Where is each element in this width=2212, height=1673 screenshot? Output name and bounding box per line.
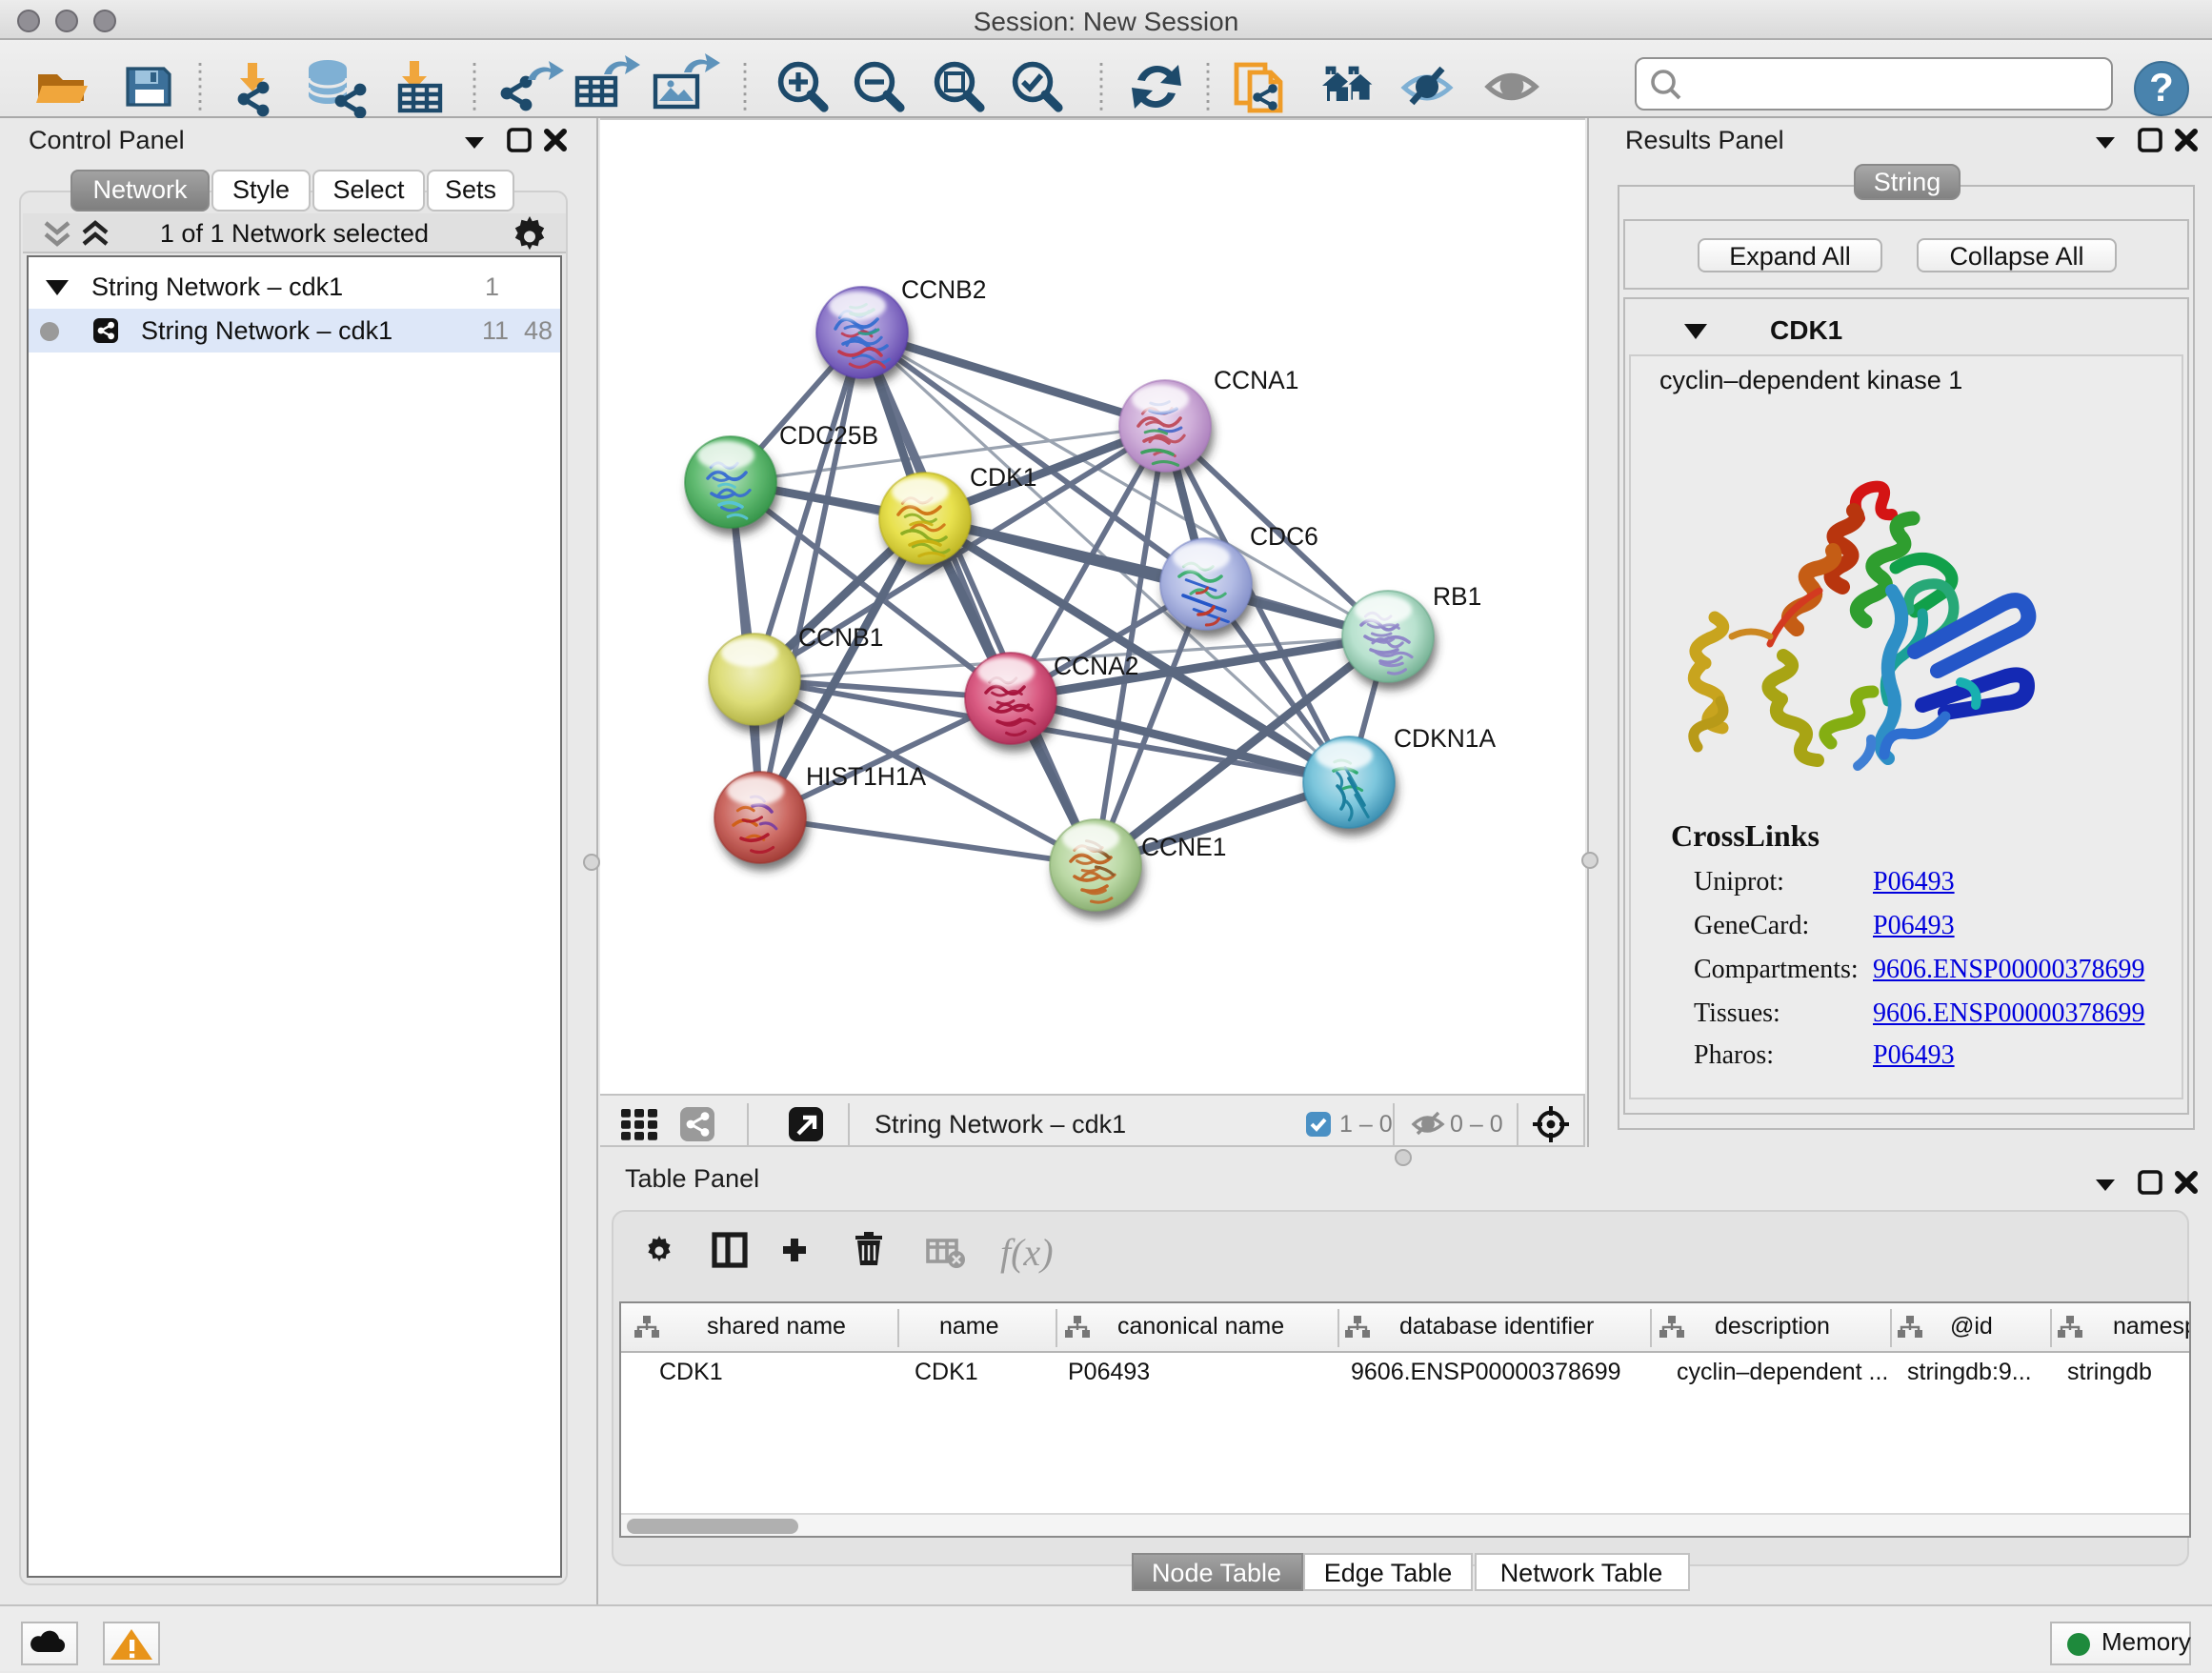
svg-text:CDC6: CDC6	[1250, 522, 1318, 551]
svg-text:CCNA1: CCNA1	[1214, 366, 1298, 394]
svg-text:f(x): f(x)	[1000, 1231, 1054, 1274]
svg-text:CCNA2: CCNA2	[1054, 652, 1138, 680]
svg-text:HIST1H1A: HIST1H1A	[806, 762, 927, 791]
svg-text:0 – 0: 0 – 0	[1450, 1111, 1503, 1138]
svg-text:CDKN1A: CDKN1A	[1394, 724, 1496, 753]
svg-text:CDC25B: CDC25B	[779, 421, 878, 450]
svg-text:1 – 0: 1 – 0	[1339, 1111, 1393, 1138]
svg-text:CCNB1: CCNB1	[798, 623, 883, 652]
svg-text:CCNB2: CCNB2	[901, 275, 986, 304]
svg-text:CDK1: CDK1	[970, 463, 1036, 492]
svg-text:String Network – cdk1: String Network – cdk1	[875, 1110, 1126, 1139]
svg-text:RB1: RB1	[1433, 582, 1481, 611]
svg-text:CCNE1: CCNE1	[1141, 833, 1226, 861]
